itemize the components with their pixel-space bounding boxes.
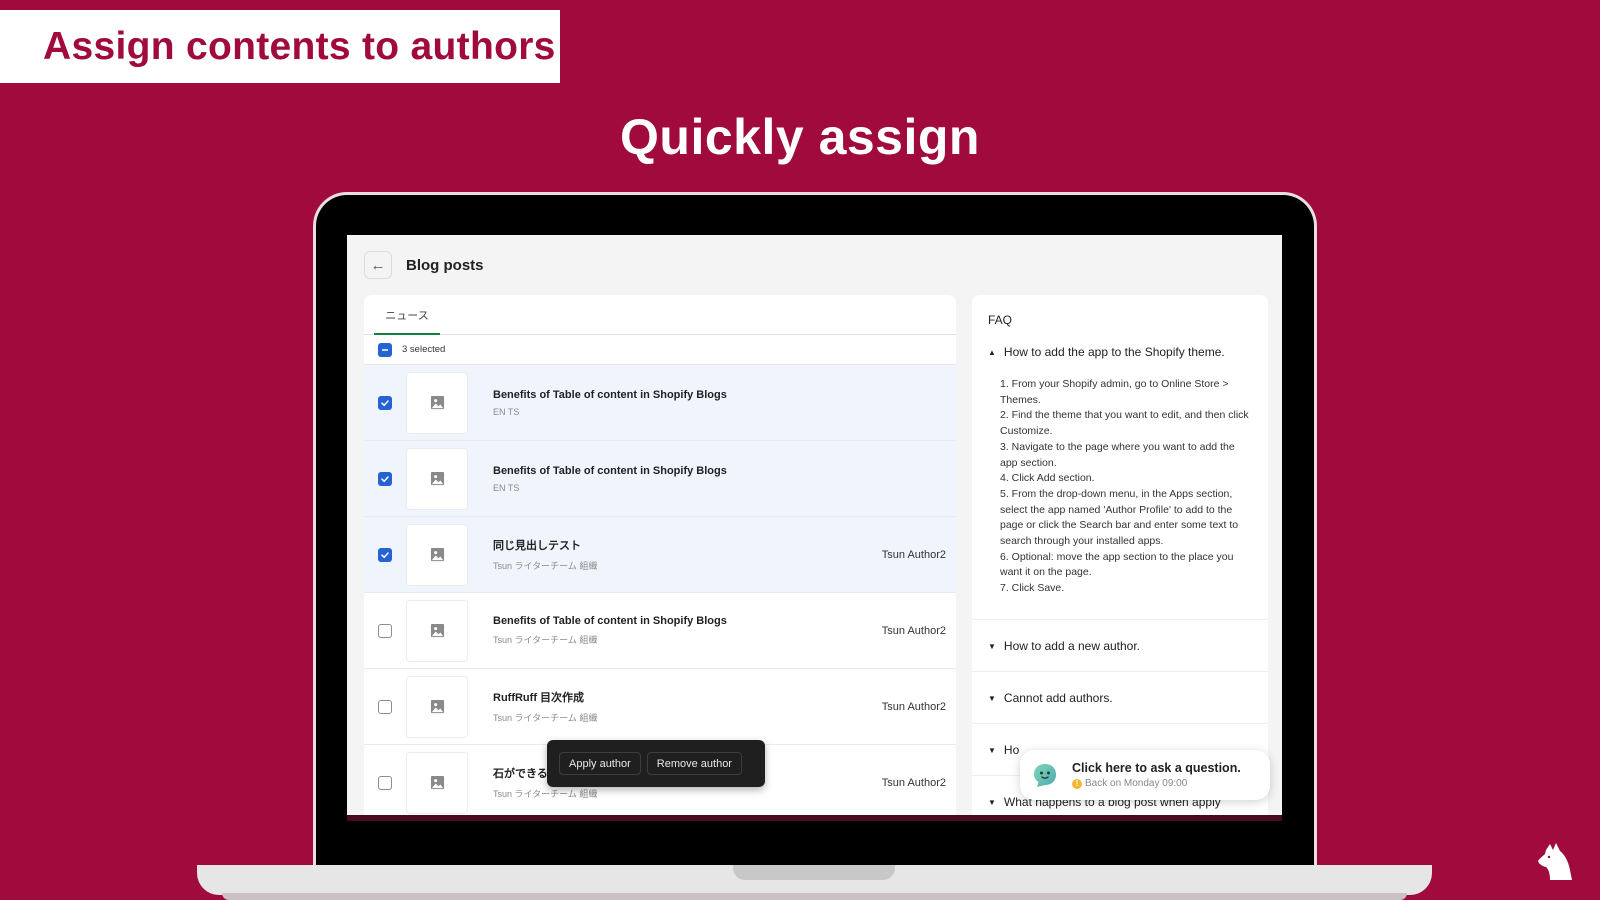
caret-down-icon: ▼ — [988, 641, 996, 651]
post-author: Tsun Author2 — [881, 624, 946, 637]
image-placeholder-icon — [430, 395, 444, 410]
post-thumbnail — [406, 599, 468, 662]
laptop-base-shadow — [222, 893, 1407, 900]
tab-news[interactable]: ニュース — [374, 295, 440, 335]
faq-question-text: Ho — [1003, 743, 1020, 757]
warning-icon: ! — [1072, 778, 1082, 789]
post-subtitle: EN TS — [493, 482, 520, 493]
minus-icon — [382, 348, 388, 351]
faq-question-text: How to add a new author. — [1003, 639, 1141, 653]
faq-answer-step: 5. From the drop-down menu, in the Apps … — [1000, 487, 1239, 548]
post-subtitle: Tsun ライターチーム 組織 — [493, 635, 598, 645]
post-row[interactable]: Benefits of Table of content in Shopify … — [364, 441, 956, 517]
post-row[interactable]: RuffRuff 目次作成 Tsun ライターチーム 組織 Tsun Author2 — [364, 669, 956, 745]
checkmark-icon — [381, 399, 389, 406]
post-subtitle: Tsun ライターチーム 組織 — [493, 561, 598, 571]
image-placeholder-icon — [430, 471, 444, 486]
selected-count: 3 selected — [402, 344, 446, 355]
row-checkbox[interactable] — [378, 471, 392, 486]
faq-answer-step: 7. Click Save. — [1000, 582, 1065, 595]
row-checkbox[interactable] — [378, 395, 392, 410]
back-button[interactable]: ← — [364, 251, 392, 279]
post-thumbnail — [406, 447, 468, 510]
faq-answer-step: 4. Click Add section. — [1000, 472, 1095, 485]
chat-status: ! Back on Monday 09:00 — [1072, 778, 1241, 789]
post-text: RuffRuff 目次作成 Tsun ライターチーム 組織 — [493, 689, 597, 724]
bulk-select-row: 3 selected — [364, 335, 956, 365]
chat-status-text: Back on Monday 09:00 — [1085, 778, 1188, 789]
screen-bottom-edge — [347, 815, 1282, 821]
faq-answer-step: 2. Find the theme that you want to edit,… — [1000, 409, 1249, 438]
faq-title: FAQ — [988, 313, 1013, 327]
arrow-left-icon: ← — [370, 256, 386, 274]
caret-down-icon: ▼ — [988, 745, 996, 755]
post-text: 同じ見出しテスト Tsun ライターチーム 組織 — [493, 537, 597, 572]
faq-panel: FAQ ▲ How to add the app to the Shopify … — [972, 295, 1268, 820]
post-subtitle: Tsun ライターチーム 組織 — [493, 789, 598, 799]
post-thumbnail — [406, 523, 468, 586]
post-author: Tsun Author2 — [881, 700, 946, 713]
faq-question-text: How to add the app to the Shopify theme. — [1003, 345, 1225, 359]
faq-question-1[interactable]: ▲ How to add the app to the Shopify them… — [972, 331, 1225, 373]
faq-answer-1: 1. From your Shopify admin, go to Online… — [1000, 377, 1250, 597]
apply-author-button[interactable]: Apply author — [559, 752, 641, 775]
chat-title: Click here to ask a question. — [1072, 761, 1241, 775]
caret-down-icon: ▼ — [988, 797, 996, 807]
app-screen: ← Blog posts ニュース 3 selected Benefits of… — [347, 235, 1282, 820]
post-author: Tsun Author2 — [881, 776, 946, 789]
faq-answer-step: 6. Optional: move the app section to the… — [1000, 550, 1234, 579]
post-title[interactable]: RuffRuff 目次作成 — [493, 689, 597, 705]
row-checkbox[interactable] — [378, 775, 392, 790]
row-checkbox[interactable] — [378, 699, 392, 714]
title-banner: Assign contents to authors — [0, 10, 560, 83]
caret-down-icon: ▼ — [988, 693, 996, 703]
faq-question-2[interactable]: ▼ How to add a new author. — [972, 619, 1268, 672]
post-text: Benefits of Table of content in Shopify … — [493, 615, 727, 646]
faq-answer-step: 3. Navigate to the page where you want t… — [1000, 440, 1235, 469]
image-placeholder-icon — [430, 775, 444, 790]
checkmark-icon — [381, 551, 389, 558]
select-all-checkbox[interactable] — [378, 342, 392, 357]
laptop-notch — [733, 865, 895, 880]
chat-widget[interactable]: Click here to ask a question. ! Back on … — [1020, 750, 1270, 800]
bulk-actions-bar: Apply author Remove author — [547, 740, 765, 787]
row-checkbox[interactable] — [378, 623, 392, 638]
faq-question-3[interactable]: ▼ Cannot add authors. — [972, 671, 1268, 724]
image-placeholder-icon — [430, 623, 444, 638]
post-text: Benefits of Table of content in Shopify … — [493, 465, 727, 493]
dog-logo-icon — [1538, 843, 1572, 880]
post-title[interactable]: Benefits of Table of content in Shopify … — [493, 465, 727, 477]
post-subtitle: EN TS — [493, 406, 520, 417]
post-thumbnail — [406, 371, 468, 434]
post-row[interactable]: Benefits of Table of content in Shopify … — [364, 365, 956, 441]
page-header: ← Blog posts — [364, 251, 484, 279]
faq-answer-step: 1. From your Shopify admin, go to Online… — [1000, 378, 1229, 406]
chat-bot-icon — [1034, 764, 1056, 787]
checkmark-icon — [381, 475, 389, 482]
remove-author-button[interactable]: Remove author — [646, 752, 742, 775]
post-author: Tsun Author2 — [881, 548, 946, 561]
faq-question-text: Cannot add authors. — [1003, 691, 1113, 705]
post-title[interactable]: Benefits of Table of content in Shopify … — [493, 615, 727, 627]
image-placeholder-icon — [430, 547, 444, 562]
post-title[interactable]: 同じ見出しテスト — [493, 537, 597, 553]
headline: Quickly assign — [620, 109, 980, 165]
post-thumbnail — [406, 751, 468, 814]
post-thumbnail — [406, 675, 468, 738]
post-row[interactable]: 同じ見出しテスト Tsun ライターチーム 組織 Tsun Author2 — [364, 517, 956, 593]
post-row[interactable]: Benefits of Table of content in Shopify … — [364, 593, 956, 669]
caret-up-icon: ▲ — [988, 347, 996, 357]
image-placeholder-icon — [430, 699, 444, 714]
tab-active-indicator — [374, 333, 440, 335]
post-subtitle: Tsun ライターチーム 組織 — [493, 713, 598, 723]
post-title[interactable]: Benefits of Table of content in Shopify … — [493, 389, 727, 401]
tab-bar: ニュース — [364, 295, 956, 335]
row-checkbox[interactable] — [378, 547, 392, 562]
post-text: Benefits of Table of content in Shopify … — [493, 389, 727, 417]
banner-title: Assign contents to authors — [43, 24, 556, 68]
page-title: Blog posts — [406, 256, 484, 274]
